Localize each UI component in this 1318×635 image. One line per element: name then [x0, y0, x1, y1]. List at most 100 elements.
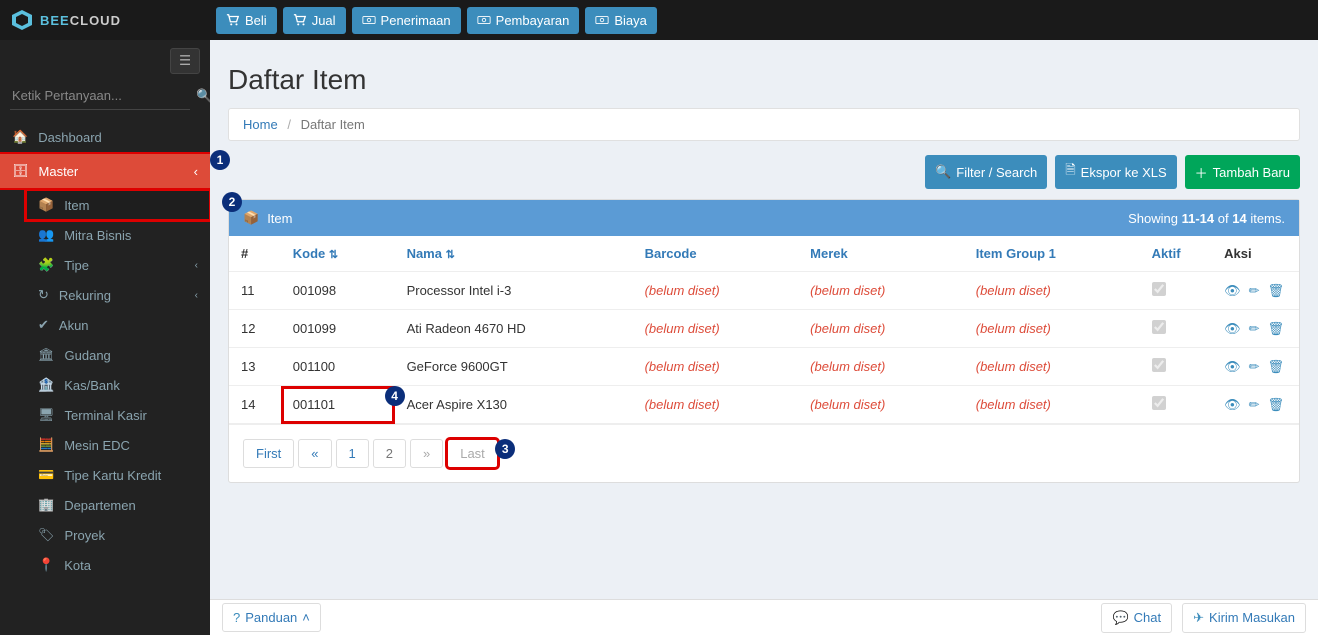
delete-icon[interactable]: 🗑: [1268, 321, 1285, 337]
col-nama[interactable]: Nama ⇅: [395, 236, 633, 272]
sidebar-item-kasbank[interactable]: 🏦 Kas/Bank: [26, 370, 210, 400]
sidebar-item-tipe[interactable]: 🧩Tipe‹: [26, 250, 210, 280]
col-barcode[interactable]: Barcode: [633, 236, 799, 272]
sidebar-label: Proyek: [65, 528, 105, 543]
sidebar-item-item[interactable]: 📦Item: [26, 190, 210, 220]
cube-icon: 📦: [243, 210, 259, 226]
cell-barcode: (belum diset): [633, 310, 799, 348]
pager-2[interactable]: 2: [373, 439, 406, 468]
calculator-icon: 🧮: [38, 437, 54, 453]
penerimaan-button[interactable]: Penerimaan: [352, 7, 461, 34]
pager-first[interactable]: First: [243, 439, 294, 468]
edit-icon[interactable]: ✏: [1249, 359, 1260, 375]
view-icon[interactable]: 👁: [1224, 283, 1241, 299]
brand-logo[interactable]: BEECLOUD: [10, 8, 210, 32]
edit-icon[interactable]: ✏: [1249, 321, 1260, 337]
sidebar-item-mitra[interactable]: 👥Mitra Bisnis: [26, 220, 210, 250]
view-icon[interactable]: 👁: [1224, 397, 1241, 413]
annotation-2: 2: [222, 192, 242, 212]
delete-icon[interactable]: 🗑: [1268, 283, 1285, 299]
sidebar-item-master[interactable]: 🗄 Master ‹: [0, 154, 210, 188]
edit-icon[interactable]: ✏: [1249, 397, 1260, 413]
cell-merek: (belum diset): [798, 272, 964, 310]
kirim-masukan-button[interactable]: ✈ Kirim Masukan: [1182, 603, 1306, 633]
aktif-checkbox: [1152, 320, 1166, 334]
sidebar-item-terminal[interactable]: 🖥 Terminal Kasir: [26, 400, 210, 430]
refresh-icon: ↻: [38, 287, 49, 303]
cell-aktif: [1140, 386, 1212, 424]
breadcrumb-home[interactable]: Home: [243, 117, 278, 132]
beecloud-logo-icon: [10, 8, 34, 32]
delete-icon[interactable]: 🗑: [1268, 359, 1285, 375]
sidebar-item-dashboard[interactable]: 🏠 Dashboard: [0, 120, 210, 154]
search-icon: 🔍: [935, 164, 951, 180]
pager-prev[interactable]: «: [298, 439, 331, 468]
jual-button[interactable]: Jual: [283, 7, 346, 34]
col-merek[interactable]: Merek: [798, 236, 964, 272]
sidebar-item-kota[interactable]: 📍Kota: [26, 550, 210, 580]
sidebar-search-input[interactable]: [10, 82, 190, 110]
sitemap-icon: 🧩: [38, 257, 54, 273]
cart-icon: [226, 13, 240, 27]
filter-search-button[interactable]: 🔍Filter / Search: [925, 155, 1047, 189]
panduan-button[interactable]: ? Panduan ˄: [222, 603, 321, 632]
page-title: Daftar Item: [228, 64, 1300, 96]
cell-aksi: 👁 ✏ 🗑: [1212, 310, 1299, 348]
credit-card-icon: 💳: [38, 467, 54, 483]
sidebar-label: Gudang: [65, 348, 111, 363]
sidebar-label: Kas/Bank: [64, 378, 120, 393]
ekspor-xls-button[interactable]: 🗎Ekspor ke XLS: [1055, 155, 1176, 189]
sidebar-item-rekuring[interactable]: ↻Rekuring‹: [26, 280, 210, 310]
cell-aktif: [1140, 310, 1212, 348]
tambah-baru-button[interactable]: ＋Tambah Baru: [1185, 155, 1300, 189]
send-icon: ✈: [1193, 610, 1204, 626]
col-aktif[interactable]: Aktif: [1140, 236, 1212, 272]
cell-barcode: (belum diset): [633, 386, 799, 424]
sidebar-item-mesinedc[interactable]: 🧮Mesin EDC: [26, 430, 210, 460]
sidebar-item-gudang[interactable]: 🏛 Gudang: [26, 340, 210, 370]
pembayaran-button[interactable]: Pembayaran: [467, 7, 580, 34]
delete-icon[interactable]: 🗑: [1268, 397, 1285, 413]
sidebar-collapse-button[interactable]: ☰: [170, 48, 200, 74]
brand-text: BEECLOUD: [40, 13, 121, 28]
showing-text: Showing 11-14 of 14 items.: [1128, 211, 1285, 226]
view-icon[interactable]: 👁: [1224, 359, 1241, 375]
cell-nama: Processor Intel i-3: [395, 272, 633, 310]
cell-group: (belum diset): [964, 310, 1140, 348]
cell-group: (belum diset): [964, 386, 1140, 424]
pager-next: »: [410, 439, 443, 468]
bank-icon: 🏦: [38, 377, 54, 393]
cell-num: 13: [229, 348, 281, 386]
col-aksi: Aksi: [1212, 236, 1299, 272]
search-icon[interactable]: 🔍: [196, 88, 210, 104]
aktif-checkbox: [1152, 396, 1166, 410]
database-icon: 🗄: [12, 163, 29, 179]
sidebar-item-akun[interactable]: ✔Akun: [26, 310, 210, 340]
main-content: Daftar Item Home / Daftar Item 🔍Filter /…: [210, 40, 1318, 599]
tag-icon: 🏷: [38, 527, 55, 543]
chat-icon: 💬: [1112, 610, 1128, 626]
cell-kode: 001098: [281, 272, 395, 310]
chat-button[interactable]: 💬 Chat: [1101, 603, 1172, 633]
beli-button[interactable]: Beli: [216, 7, 277, 34]
top-buttons: Beli Jual Penerimaan Pembayaran Biaya: [216, 7, 657, 34]
chevron-up-icon: ˄: [302, 610, 310, 625]
aktif-checkbox: [1152, 282, 1166, 296]
sidebar-label: Terminal Kasir: [65, 408, 147, 423]
biaya-button[interactable]: Biaya: [585, 7, 657, 34]
col-kode[interactable]: Kode ⇅: [281, 236, 395, 272]
home-icon: 🏛: [38, 347, 55, 363]
monitor-icon: 🖥: [38, 407, 55, 423]
sidebar-item-tipekartu[interactable]: 💳Tipe Kartu Kredit: [26, 460, 210, 490]
money-icon: [595, 13, 609, 27]
sidebar-item-proyek[interactable]: 🏷 Proyek: [26, 520, 210, 550]
panel-header: 📦 Item Showing 11-14 of 14 items.: [229, 200, 1299, 236]
edit-icon[interactable]: ✏: [1249, 283, 1260, 299]
pager-1[interactable]: 1: [336, 439, 369, 468]
cell-kode: 001100: [281, 348, 395, 386]
money-icon: [477, 13, 491, 27]
view-icon[interactable]: 👁: [1224, 321, 1241, 337]
sidebar-item-departemen[interactable]: 🏢Departemen: [26, 490, 210, 520]
cell-barcode: (belum diset): [633, 348, 799, 386]
col-group[interactable]: Item Group 1: [964, 236, 1140, 272]
